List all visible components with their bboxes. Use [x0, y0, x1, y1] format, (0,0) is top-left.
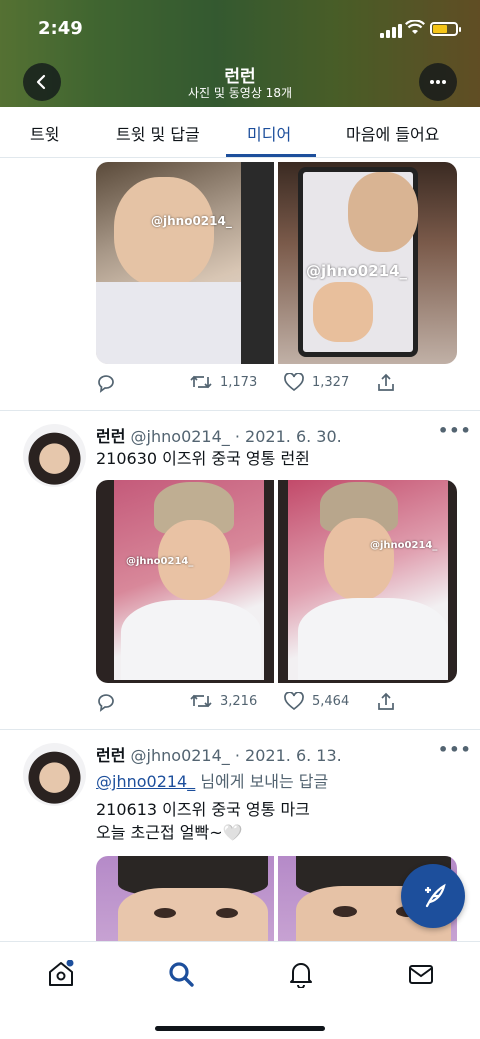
tweet-media[interactable]: @jhno0214_ @jhno0214_: [96, 162, 457, 364]
reply-button[interactable]: [96, 692, 116, 712]
avatar[interactable]: [23, 424, 86, 487]
active-tab-indicator: [226, 154, 316, 157]
like-icon: [284, 692, 304, 710]
tab-media[interactable]: 미디어: [247, 121, 291, 145]
divider: [0, 729, 480, 730]
more-icon: [430, 80, 446, 84]
reply-suffix: 님에게 보내는 답글: [195, 772, 329, 791]
like-count: 1,327: [312, 374, 350, 390]
handle: @jhno0214_: [130, 746, 230, 765]
wifi-icon: [405, 20, 425, 34]
avatar[interactable]: [23, 743, 86, 806]
media-image[interactable]: @jhno0214_: [96, 162, 274, 364]
compose-tweet-icon: [425, 883, 446, 908]
tab-likes[interactable]: 마음에 들어요: [346, 121, 439, 145]
media-watermark: @jhno0214_: [151, 214, 232, 228]
tweet-more-button[interactable]: •••: [438, 421, 472, 440]
reply-context: @jhno0214_ 님에게 보내는 답글: [96, 768, 328, 792]
bottom-tab-bar: [0, 941, 480, 1039]
profile-tabs: 트윗 트윗 및 답글 미디어 마음에 들어요: [0, 107, 480, 158]
share-button[interactable]: [376, 692, 396, 712]
tab-tweets-replies[interactable]: 트윗 및 답글: [116, 121, 200, 145]
media-image[interactable]: @jhno0214_: [96, 480, 274, 683]
retweet-button[interactable]: 3,216: [190, 692, 257, 710]
reply-icon: [98, 375, 114, 393]
tweet-media[interactable]: @jhno0214_ @jhno0214_: [96, 480, 457, 683]
retweet-count: 3,216: [220, 693, 258, 709]
retweet-count: 1,173: [220, 374, 258, 390]
like-button[interactable]: 1,327: [284, 373, 349, 391]
tweet-more-button[interactable]: •••: [438, 740, 472, 759]
share-button[interactable]: [376, 373, 396, 393]
display-name: 런런: [96, 427, 126, 446]
media-count: 사진 및 동영상 18개: [188, 86, 292, 100]
like-button[interactable]: 5,464: [284, 692, 349, 710]
media-watermark: @jhno0214_: [306, 262, 408, 280]
messages-icon[interactable]: [407, 960, 435, 988]
media-image[interactable]: @jhno0214_: [278, 162, 457, 364]
handle: @jhno0214_: [130, 427, 230, 446]
like-count: 5,464: [312, 693, 350, 709]
display-name: 런런: [96, 746, 126, 765]
retweet-icon: [190, 694, 212, 708]
tweet-text-line: 210613 이즈위 중국 영통 마크: [96, 800, 310, 819]
tab-tweets[interactable]: 트윗: [30, 121, 59, 145]
status-time: 2:49: [38, 18, 83, 39]
signal-icon: [380, 24, 402, 38]
tweet-actions: 1,173 1,327: [96, 373, 396, 397]
tweet-text: 210630 이즈위 중국 영통 런쥔: [96, 449, 310, 468]
compose-tweet-button[interactable]: [401, 864, 465, 928]
retweet-button[interactable]: 1,173: [190, 373, 257, 391]
share-icon: [378, 692, 394, 710]
reply-button[interactable]: [96, 373, 116, 393]
status-bar: 2:49: [0, 14, 480, 44]
media-watermark: @jhno0214_: [370, 540, 438, 551]
home-indicator: [155, 1026, 325, 1031]
notifications-icon[interactable]: [287, 960, 315, 988]
tweet-date: · 2021. 6. 13.: [234, 746, 342, 765]
media-image[interactable]: @jhno0214_: [278, 480, 457, 683]
tweet-actions: 3,216 5,464: [96, 692, 396, 716]
reply-to-link[interactable]: @jhno0214_: [96, 772, 195, 791]
more-button[interactable]: [419, 63, 457, 101]
tweet-author[interactable]: 런런 @jhno0214_ · 2021. 6. 13.: [96, 742, 342, 766]
reply-icon: [98, 694, 114, 712]
tweet-date: · 2021. 6. 30.: [234, 427, 342, 446]
media-watermark: @jhno0214_: [126, 556, 194, 567]
battery-icon: [430, 22, 461, 36]
tweet-author[interactable]: 런런 @jhno0214_ · 2021. 6. 30.: [96, 423, 342, 447]
retweet-icon: [190, 375, 212, 389]
tweet-text-line: 오늘 초근접 얼빡~🤍: [96, 823, 243, 842]
home-icon[interactable]: [47, 960, 75, 988]
like-icon: [284, 373, 304, 391]
share-icon: [378, 373, 394, 391]
divider: [0, 410, 480, 411]
search-icon[interactable]: [167, 960, 195, 988]
